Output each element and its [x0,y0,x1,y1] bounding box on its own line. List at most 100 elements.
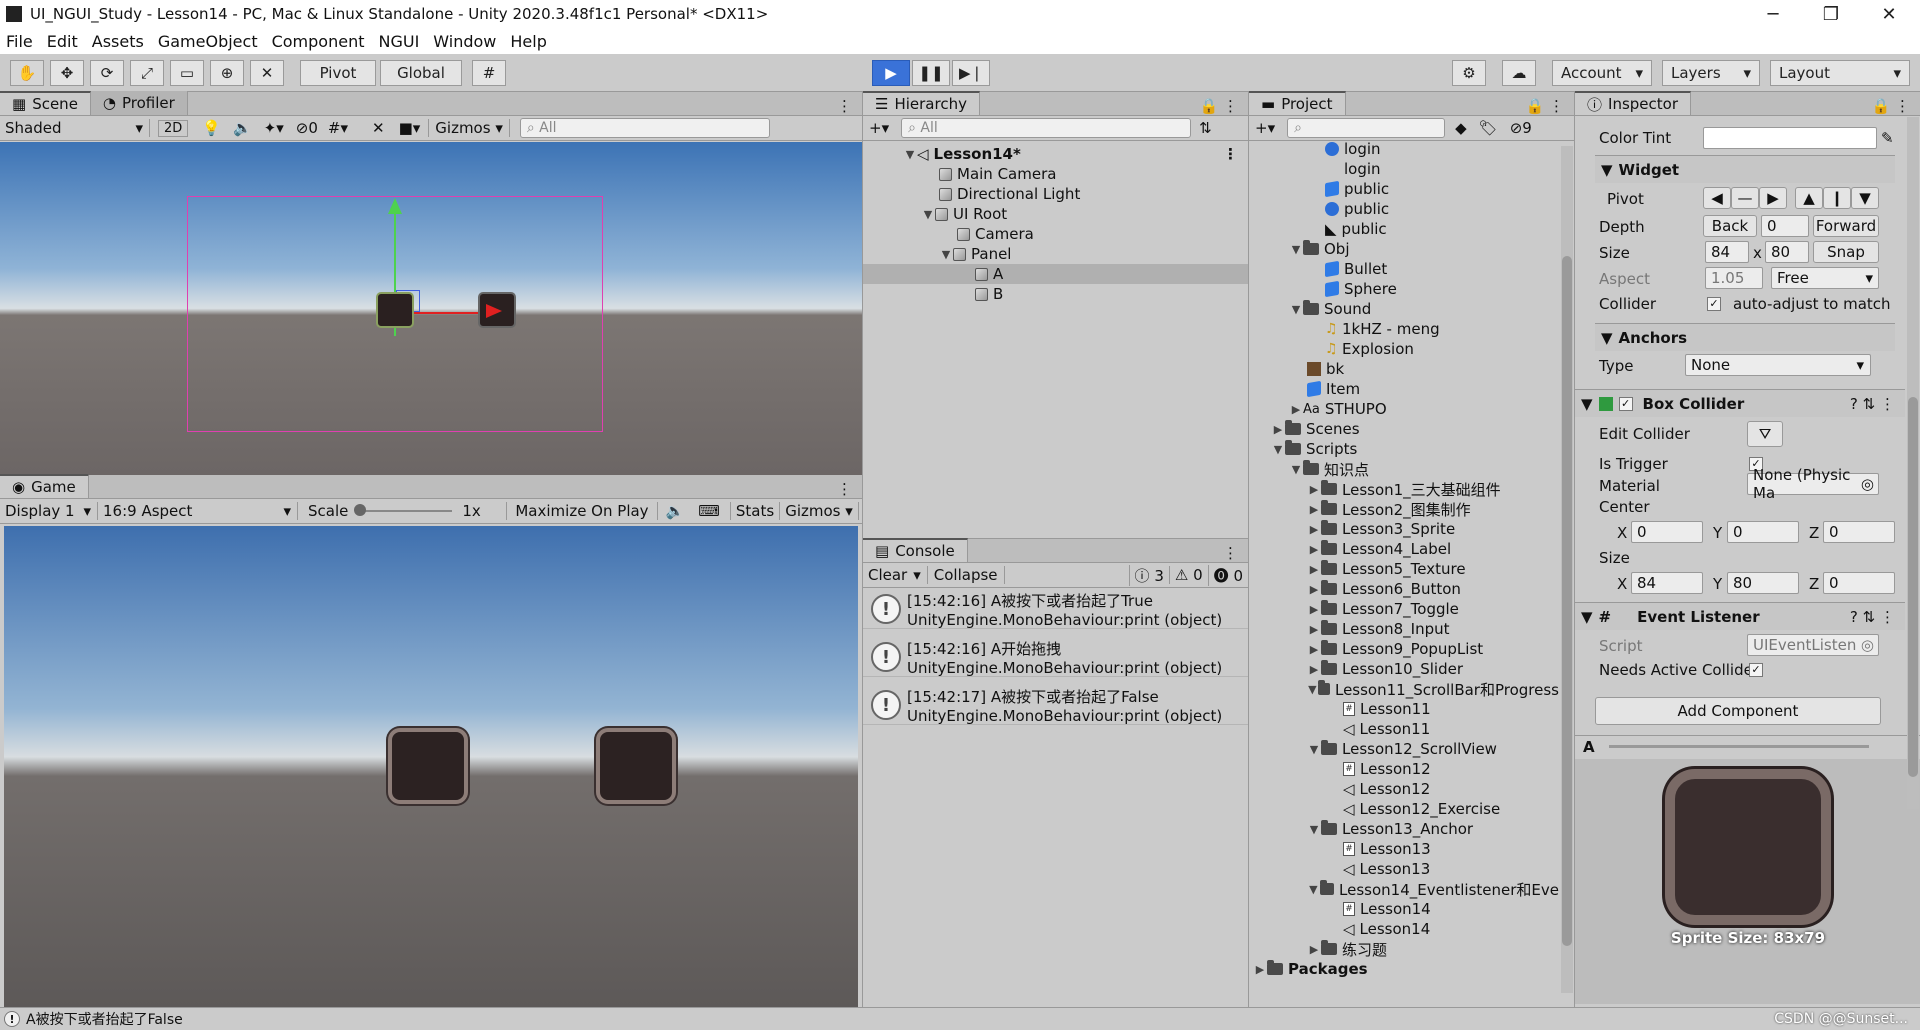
asset-bk[interactable]: bk [1249,359,1559,379]
eyedropper-icon[interactable]: ✎ [1881,129,1894,147]
expand-icon[interactable]: ▶ [1289,403,1303,416]
display-dropdown[interactable]: Display 1 ▾ [0,502,98,520]
maximize-on-play-toggle[interactable]: Maximize On Play [506,502,658,520]
edit-collider-button[interactable]: ⛛ [1747,421,1783,447]
folder-lesson14[interactable]: ▼ Lesson14_Eventlistener和Eve [1249,879,1559,899]
center-z-field[interactable]: 0 [1823,521,1895,543]
expand-icon[interactable]: ▼ [1307,883,1320,896]
collider-size-x-field[interactable]: 84 [1631,572,1703,594]
expand-icon[interactable]: ▶ [1307,503,1321,516]
folder-packages[interactable]: ▶ Packages [1249,959,1559,979]
folder-lesson5[interactable]: ▶ Lesson5_Texture [1249,559,1559,579]
lock-icon[interactable]: 🔒 ⋮ [1526,97,1574,115]
folder-scenes[interactable]: ▶ Scenes [1249,419,1559,439]
folder-lesson10[interactable]: ▶ Lesson10_Slider [1249,659,1559,679]
maximize-button[interactable]: ❐ [1802,0,1860,28]
anchors-section-header[interactable]: ▼ Anchors [1595,323,1895,351]
aspect-mode-dropdown[interactable]: Free ▾ [1771,267,1879,289]
preview-header[interactable]: A [1575,735,1920,757]
component-help-icon[interactable]: ? ⇅ ⋮ [1850,608,1895,626]
audio-icon[interactable]: 🔈 [233,119,252,137]
folder-scripts[interactable]: ▼ Scripts [1249,439,1559,459]
expand-icon[interactable]: ▶ [1307,543,1321,556]
depth-forward-button[interactable]: Forward [1813,215,1879,237]
tree-item-main-camera[interactable]: Main Camera [863,164,1248,184]
pivot-toggle[interactable]: Pivot [300,60,376,86]
expand-icon[interactable]: ▶ [1307,583,1321,596]
expand-icon[interactable]: ▶ [1307,623,1321,636]
asset-1khz[interactable]: ♫ 1kHZ - meng [1249,319,1559,339]
tree-item-panel[interactable]: ▼ Panel [863,244,1248,264]
tree-item-directional-light[interactable]: Directional Light [863,184,1248,204]
asset-public[interactable]: public [1249,179,1559,199]
collider-size-y-field[interactable]: 80 [1727,572,1799,594]
game-viewport[interactable] [4,526,858,1007]
depth-back-button[interactable]: Back [1703,215,1757,237]
expand-icon[interactable]: ▶ [1307,643,1321,656]
expand-icon[interactable]: ▶ [1307,603,1321,616]
global-toggle[interactable]: Global [380,60,462,86]
search-by-label-icon[interactable]: 🏷 [1479,119,1498,137]
clear-options-icon[interactable]: ▾ [913,566,921,584]
clear-button[interactable]: Clear [868,566,907,584]
tools-icon[interactable]: ✕ [372,119,385,137]
asset-sphere[interactable]: Sphere [1249,279,1559,299]
log-entry[interactable]: ! [15:42:17] A被按下或者抬起了False UnityEngine.Mo… [863,686,1248,725]
sort-icon[interactable]: ⇅ [1199,119,1212,137]
tab-console[interactable]: ▤ Console [863,538,968,562]
menu-help[interactable]: Help [510,32,546,51]
lock-icon[interactable]: 🔒 ⋮ [1872,97,1920,115]
expand-icon[interactable]: ▼ [921,208,935,221]
center-x-field[interactable]: 0 [1631,521,1703,543]
info-filter-toggle[interactable]: ⓘ 3 [1128,564,1169,586]
expand-icon[interactable]: ▼ [1307,683,1318,696]
game-gizmos-dropdown[interactable]: Gizmos ▾ [780,502,859,520]
asset-item[interactable]: Item [1249,379,1559,399]
pivot-bottom-button[interactable]: ▼ [1851,187,1879,209]
inspector-scrollbar[interactable] [1907,117,1919,809]
center-y-field[interactable]: 0 [1727,521,1799,543]
expand-icon[interactable]: ▶ [1307,483,1321,496]
asset-login-2[interactable]: login [1249,159,1559,179]
tab-hierarchy[interactable]: ☰ Hierarchy [863,91,980,115]
collab-icon[interactable]: ⚙ [1452,60,1486,86]
project-search-input[interactable]: ⌕ [1287,118,1446,138]
menu-assets[interactable]: Assets [92,32,144,51]
hierarchy-search-input[interactable]: ⌕ All [901,118,1192,138]
folder-lesson1[interactable]: ▶ Lesson1_三大基础组件 [1249,479,1559,499]
asset-lesson11-scene[interactable]: ◁ Lesson11 [1249,719,1559,739]
expand-icon[interactable]: ▶ [1307,563,1321,576]
expand-icon[interactable]: ▼ [1289,243,1303,256]
grid-icon[interactable]: #▾ [328,119,348,137]
log-entry[interactable]: ! [15:42:16] A被按下或者抬起了True UnityEngine.Mon… [863,590,1248,629]
pause-button[interactable]: ❚❚ [912,60,950,86]
error-filter-toggle[interactable]: ⓿ 0 [1207,564,1248,586]
asset-lesson11-script[interactable]: # Lesson11 [1249,699,1559,719]
menu-component[interactable]: Component [272,32,365,51]
x-arrow-icon[interactable] [486,304,502,318]
camera-icon[interactable]: ■▾ [399,119,421,137]
menu-window[interactable]: Window [433,32,496,51]
expand-icon[interactable]: ▼ [1289,303,1303,316]
box-collider-header[interactable]: ▼ ✓ Box Collider ? ⇅ ⋮ [1575,389,1905,417]
tree-item-lesson14[interactable]: ▼ ◁ Lesson14* ⋮ [863,144,1248,164]
stats-toggle[interactable]: Stats [729,502,781,520]
tree-item-b[interactable]: B [863,284,1248,304]
expand-icon[interactable]: ▼ [1307,743,1321,756]
effects-icon[interactable]: ✦▾ [264,119,284,137]
add-icon[interactable]: +▾ [1255,119,1275,137]
expand-icon[interactable]: ▶ [1271,423,1285,436]
folder-lesson11[interactable]: ▼ Lesson11_ScrollBar和Progress [1249,679,1559,699]
component-help-icon[interactable]: ? ⇅ ⋮ [1850,395,1895,413]
box-collider-enabled-checkbox[interactable]: ✓ [1618,396,1633,411]
expand-icon[interactable]: ▶ [1307,943,1321,956]
pivot-middle-button[interactable]: ❙ [1823,187,1851,209]
move-tool-icon[interactable]: ✥ [50,60,84,86]
lighting-icon[interactable]: 💡 [202,119,221,137]
status-message[interactable]: A被按下或者抬起了False [26,1009,183,1029]
asset-lesson14-scene[interactable]: ◁ Lesson14 [1249,919,1559,939]
layout-dropdown[interactable]: Layout ▾ [1770,60,1910,86]
2d-toggle[interactable]: 2D [158,119,189,137]
pivot-left-button[interactable]: ◀ [1703,187,1731,209]
menu-edit[interactable]: Edit [47,32,78,51]
